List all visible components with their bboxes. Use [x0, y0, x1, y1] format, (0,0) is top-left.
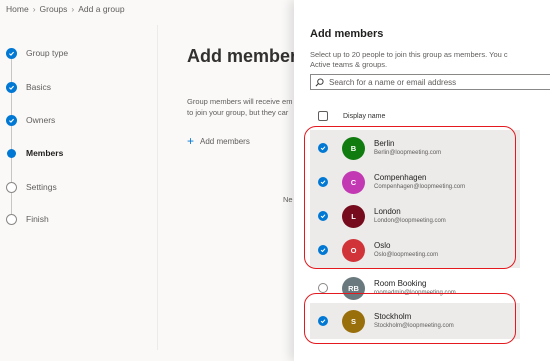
search-box[interactable]	[310, 74, 550, 90]
member-info: Berlin Berlin@loopmeeting.com	[374, 139, 441, 157]
member-row[interactable]: C Compenhagen Compenhagen@loopmeeting.co…	[310, 164, 520, 200]
member-email: London@loopmeeting.com	[374, 218, 446, 224]
panel-title: Add members	[310, 28, 384, 40]
add-members-label: Add members	[200, 136, 250, 146]
add-members-panel: Add members Select up to 20 people to jo…	[294, 0, 550, 361]
member-name: Oslo	[374, 241, 391, 250]
member-info: Stockholm Stockholm@loopmeeting.com	[374, 312, 454, 330]
description-line: to join your group, but they car	[187, 108, 289, 117]
step-pending-icon	[6, 213, 17, 225]
member-email: Stockholm@loopmeeting.com	[374, 323, 454, 329]
member-row[interactable]: L London London@loopmeeting.com	[310, 198, 520, 234]
step-pending-icon	[6, 181, 17, 193]
check-icon[interactable]	[318, 211, 328, 221]
check-icon[interactable]	[318, 143, 328, 153]
check-icon[interactable]	[318, 177, 328, 187]
divider	[157, 25, 158, 350]
avatar: L	[342, 204, 365, 228]
member-row[interactable]: RB Room Booking roomadmin@loopmeeting.co…	[310, 270, 520, 306]
member-name: Berlin	[374, 139, 395, 148]
step-current-icon	[7, 148, 16, 158]
member-name: London	[374, 207, 401, 216]
step-finish[interactable]: Finish	[6, 212, 49, 226]
check-icon[interactable]	[318, 316, 328, 326]
breadcrumb-add-group: Add a group	[78, 4, 125, 14]
panel-description: Select up to 20 people to join this grou…	[310, 50, 550, 70]
page-title: Add members	[187, 46, 308, 66]
step-label: Basics	[26, 82, 52, 92]
step-group-type[interactable]: Group type	[6, 46, 68, 60]
member-row[interactable]: S Stockholm Stockholm@loopmeeting.com	[310, 303, 520, 339]
member-info: Compenhagen Compenhagen@loopmeeting.com	[374, 173, 465, 191]
member-row[interactable]: O Oslo Oslo@loopmeeting.com	[310, 232, 520, 268]
member-email: Compenhagen@loopmeeting.com	[374, 184, 466, 190]
add-members-button[interactable]: + Add members	[187, 134, 250, 148]
avatar: RB	[342, 276, 365, 300]
page-description: Group members will receive em to join yo…	[187, 96, 297, 118]
step-label: Settings	[26, 182, 57, 192]
breadcrumb-groups[interactable]: Groups	[40, 4, 68, 14]
step-settings[interactable]: Settings	[6, 180, 57, 194]
member-name: Stockholm	[374, 312, 412, 321]
avatar: S	[342, 309, 365, 333]
member-name: Room Booking	[374, 279, 427, 288]
step-label: Owners	[26, 115, 56, 125]
step-members[interactable]: Members	[6, 146, 63, 160]
empty-hint: Ne	[283, 195, 293, 204]
chevron-right-icon: ›	[71, 4, 75, 14]
plus-icon: +	[187, 134, 195, 148]
avatar: C	[342, 170, 365, 194]
member-email: roomadmin@loopmeeting.com	[374, 290, 456, 296]
check-icon[interactable]	[318, 245, 328, 255]
breadcrumb-home[interactable]: Home	[6, 4, 29, 14]
search-icon	[315, 77, 324, 86]
step-complete-icon	[6, 114, 17, 126]
select-all-checkbox[interactable]	[318, 111, 328, 121]
column-header-display-name[interactable]: Display name	[343, 113, 385, 120]
member-info: Room Booking roomadmin@loopmeeting.com	[374, 279, 456, 297]
member-row[interactable]: B Berlin Berlin@loopmeeting.com	[310, 130, 520, 166]
step-label: Group type	[26, 48, 69, 58]
step-label: Members	[26, 148, 64, 158]
member-info: Oslo Oslo@loopmeeting.com	[374, 241, 438, 259]
description-line: Group members will receive em	[187, 97, 293, 106]
member-email: Oslo@loopmeeting.com	[374, 252, 439, 258]
avatar: B	[342, 136, 365, 160]
chevron-right-icon: ›	[32, 4, 36, 14]
step-complete-icon	[6, 47, 17, 59]
breadcrumb: Home › Groups › Add a group	[6, 4, 125, 14]
step-complete-icon	[6, 81, 17, 93]
member-info: London London@loopmeeting.com	[374, 207, 446, 225]
step-basics[interactable]: Basics	[6, 80, 51, 94]
member-name: Compenhagen	[374, 173, 427, 182]
description-line: Active teams & groups.	[310, 60, 388, 69]
step-owners[interactable]: Owners	[6, 113, 55, 127]
member-email: Berlin@loopmeeting.com	[374, 150, 442, 156]
step-label: Finish	[26, 214, 49, 224]
unchecked-circle-icon[interactable]	[318, 283, 328, 293]
description-line: Select up to 20 people to join this grou…	[310, 50, 508, 59]
column-header-row: Display name	[318, 111, 385, 121]
avatar: O	[342, 238, 365, 262]
search-input[interactable]	[329, 77, 549, 87]
